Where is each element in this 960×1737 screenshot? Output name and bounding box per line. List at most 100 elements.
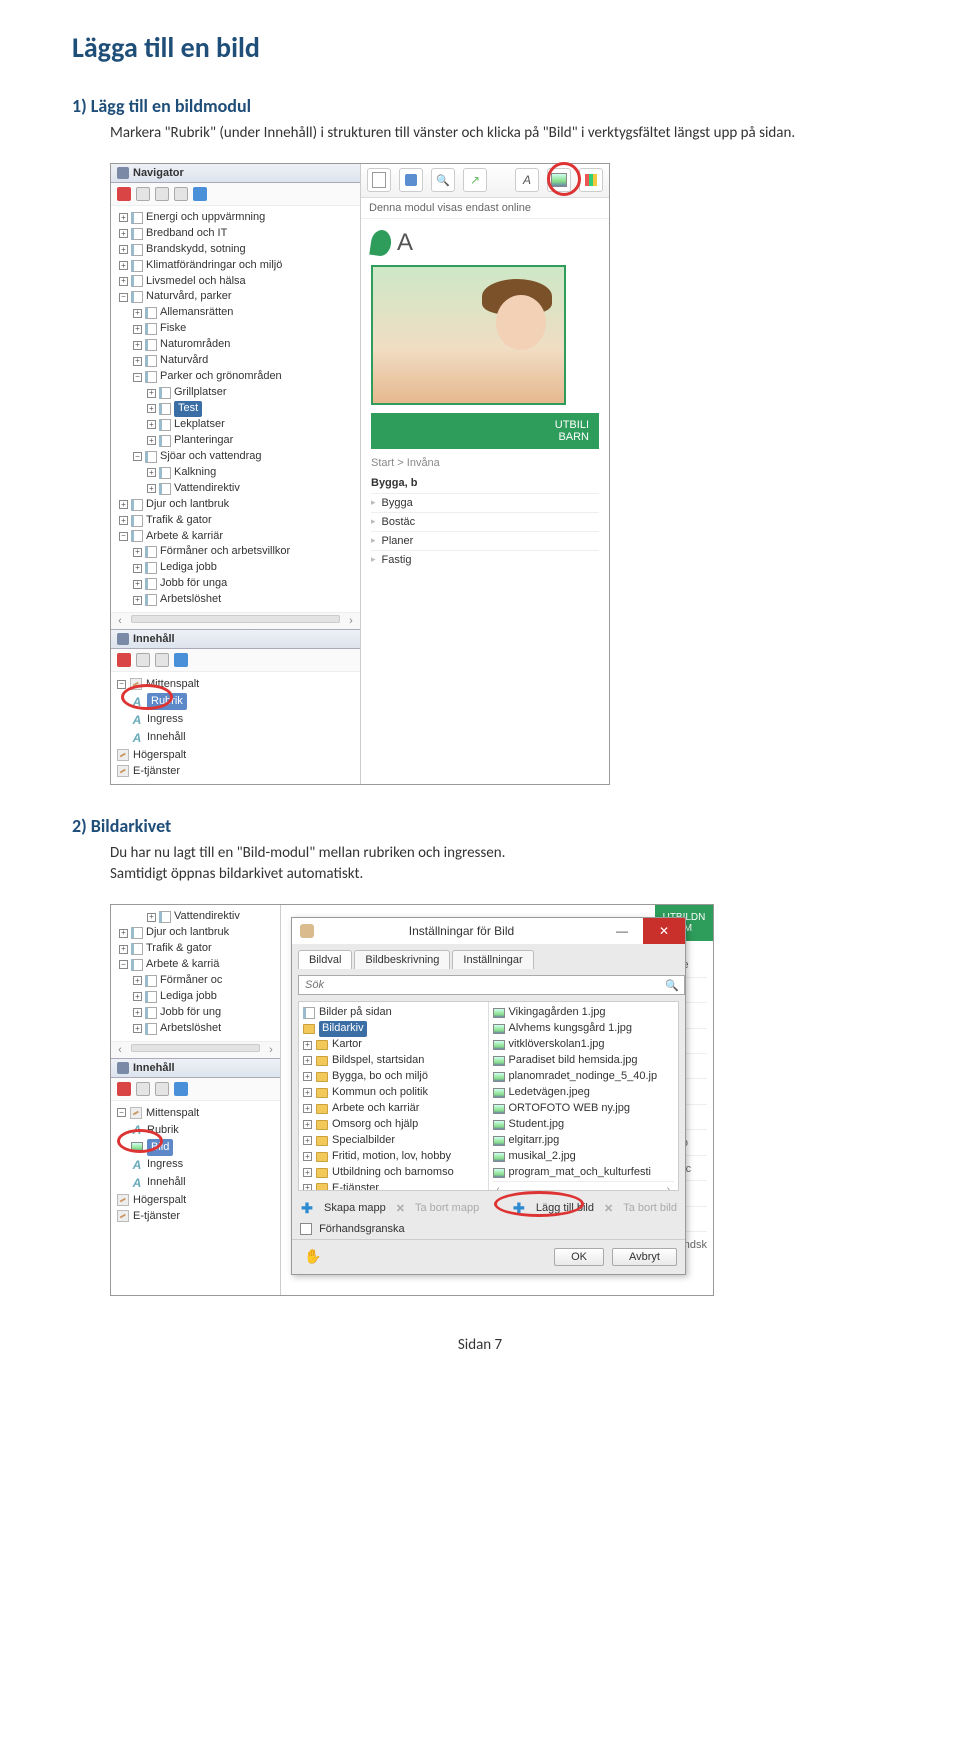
image-file-item[interactable]: vitklöverskolan1.jpg bbox=[493, 1037, 675, 1053]
create-folder-button[interactable]: Skapa mapp bbox=[324, 1202, 386, 1214]
dialog-tabs[interactable]: BildvalBildbeskrivningInställningar bbox=[292, 944, 685, 969]
navigator-tree-2[interactable]: +Vattendirektiv+Djur och lantbruk+Trafik… bbox=[111, 905, 280, 1041]
tree-item[interactable]: +Arbetslöshet bbox=[131, 592, 356, 608]
tree-item[interactable]: +Grillplatser bbox=[145, 385, 356, 401]
folder-item[interactable]: +Kartor bbox=[303, 1037, 484, 1053]
image-file-item[interactable]: Student.jpg bbox=[493, 1117, 675, 1133]
tree-item[interactable]: +Fiske bbox=[131, 321, 356, 337]
category-link[interactable]: Bostäc bbox=[371, 512, 599, 531]
tree-item[interactable]: +Bredband och IT bbox=[117, 226, 356, 242]
image-file-item[interactable]: Vikingagården 1.jpg bbox=[493, 1005, 675, 1021]
tree-item[interactable]: +Planteringar bbox=[145, 433, 356, 449]
tree-item[interactable]: +Trafik & gator bbox=[117, 941, 276, 957]
tree-item[interactable]: +Vattendirektiv bbox=[145, 909, 276, 925]
folder-item[interactable]: +Fritid, motion, lov, hobby bbox=[303, 1149, 484, 1165]
folder-item[interactable]: +E-tjänster bbox=[303, 1181, 484, 1191]
tree-item[interactable]: −Arbete & karriär bbox=[117, 529, 356, 545]
tree-item[interactable]: +Djur och lantbruk bbox=[117, 497, 356, 513]
text-button[interactable] bbox=[515, 168, 539, 192]
minimize-button[interactable]: — bbox=[601, 918, 643, 944]
close-button[interactable]: ✕ bbox=[643, 918, 685, 944]
dialog-tab[interactable]: Bildval bbox=[298, 950, 352, 969]
tree-item[interactable]: +Test bbox=[145, 401, 356, 417]
refresh-icon[interactable] bbox=[174, 1082, 188, 1096]
doc-icon[interactable] bbox=[136, 653, 150, 667]
tree-item[interactable]: +Trafik & gator bbox=[117, 513, 356, 529]
category-link[interactable]: Fastig bbox=[371, 550, 599, 569]
new-doc-button[interactable] bbox=[367, 168, 391, 192]
tree-item[interactable]: +Arbetslöshet bbox=[131, 1021, 276, 1037]
doc-icon[interactable] bbox=[155, 653, 169, 667]
tree-item[interactable]: +Förmåner oc bbox=[131, 973, 276, 989]
category-link[interactable]: Planer bbox=[371, 531, 599, 550]
tree-item[interactable]: +Klimatförändringar och miljö bbox=[117, 258, 356, 274]
tree-item[interactable]: +Naturområden bbox=[131, 337, 356, 353]
refresh-icon[interactable] bbox=[174, 653, 188, 667]
image-file-item[interactable]: Ledetvägen.jpeg bbox=[493, 1085, 675, 1101]
doc-icon[interactable] bbox=[136, 187, 150, 201]
doc-icon[interactable] bbox=[155, 1082, 169, 1096]
image-file-item[interactable]: ORTOFOTO WEB ny.jpg bbox=[493, 1101, 675, 1117]
folder-item[interactable]: +Bygga, bo och miljö bbox=[303, 1069, 484, 1085]
search-input[interactable] bbox=[298, 975, 685, 995]
scrollbar[interactable]: ‹› bbox=[111, 1041, 280, 1058]
plus-icon[interactable]: ✚ bbox=[300, 1201, 314, 1215]
tree-item[interactable]: +Energi och uppvärmning bbox=[117, 210, 356, 226]
image-file-item[interactable]: Paradiset bild hemsida.jpg bbox=[493, 1053, 675, 1069]
export-button[interactable] bbox=[463, 168, 487, 192]
tree-item[interactable]: −Sjöar och vattendrag bbox=[131, 449, 356, 465]
tree-item[interactable]: −Arbete & karriä bbox=[117, 957, 276, 973]
tree-item[interactable]: −Naturvård, parker bbox=[117, 289, 356, 305]
folder-item[interactable]: +Arbete och karriär bbox=[303, 1101, 484, 1117]
folder-item[interactable]: +Bildspel, startsidan bbox=[303, 1053, 484, 1069]
scrollbar[interactable]: ‹› bbox=[111, 612, 360, 629]
image-file-item[interactable]: program_mat_och_kulturfesti bbox=[493, 1165, 675, 1181]
image-file-item[interactable]: Alvhems kungsgård 1.jpg bbox=[493, 1021, 675, 1037]
globe-icon[interactable] bbox=[193, 187, 207, 201]
dialog-tab[interactable]: Bildbeskrivning bbox=[354, 950, 450, 969]
hand-icon[interactable]: ✋ bbox=[304, 1248, 322, 1266]
innehall-tree[interactable]: −Mittenspalt ARubrik AIngress AInnehåll … bbox=[111, 672, 360, 784]
image-file-item[interactable]: elgitarr.jpg bbox=[493, 1133, 675, 1149]
tree-item[interactable]: +Allemansrätten bbox=[131, 305, 356, 321]
folder-browser[interactable]: Bilder på sidanBildarkiv+Kartor+Bildspel… bbox=[298, 1001, 679, 1191]
tree-item[interactable]: +Livsmedel och hälsa bbox=[117, 274, 356, 290]
cancel-button[interactable]: Avbryt bbox=[612, 1248, 677, 1266]
delete-icon[interactable] bbox=[117, 1082, 131, 1096]
tree-item[interactable]: +Lediga jobb bbox=[131, 989, 276, 1005]
dialog-tab[interactable]: Inställningar bbox=[452, 950, 533, 969]
tree-item[interactable]: −Parker och grönområden bbox=[131, 369, 356, 385]
tree-item[interactable]: +Naturvård bbox=[131, 353, 356, 369]
folder-item[interactable]: +Utbildning och barnomso bbox=[303, 1165, 484, 1181]
ok-button[interactable]: OK bbox=[554, 1248, 604, 1266]
innehall-tree-2[interactable]: −Mittenspalt ARubrik Bild AIngress AInne… bbox=[111, 1101, 280, 1229]
tree-item[interactable]: +Vattendirektiv bbox=[145, 481, 356, 497]
folder-item[interactable]: +Omsorg och hjälp bbox=[303, 1117, 484, 1133]
tree-item[interactable]: +Kalkning bbox=[145, 465, 356, 481]
category-link[interactable]: Bygga bbox=[371, 493, 599, 512]
doc-icon[interactable] bbox=[174, 187, 188, 201]
tree-item[interactable]: +Jobb för unga bbox=[131, 576, 356, 592]
delete-icon[interactable] bbox=[117, 653, 131, 667]
folder-item[interactable]: +Specialbilder bbox=[303, 1133, 484, 1149]
dialog-titlebar[interactable]: Inställningar för Bild — ✕ bbox=[292, 918, 685, 944]
folder-item[interactable]: Bilder på sidan bbox=[303, 1005, 484, 1021]
tree-item[interactable]: +Förmåner och arbetsvillkor bbox=[131, 544, 356, 560]
search-icon[interactable]: 🔍 bbox=[665, 979, 679, 992]
image-file-item[interactable]: musikal_2.jpg bbox=[493, 1149, 675, 1165]
folder-item[interactable]: Bildarkiv bbox=[303, 1021, 484, 1037]
tree-item[interactable]: +Lediga jobb bbox=[131, 560, 356, 576]
zoom-button[interactable] bbox=[431, 168, 455, 192]
navigator-tree[interactable]: +Energi och uppvärmning+Bredband och IT+… bbox=[111, 206, 360, 612]
save-button[interactable] bbox=[399, 168, 423, 192]
tree-item[interactable]: +Brandskydd, sotning bbox=[117, 242, 356, 258]
folder-item[interactable]: +Kommun och politik bbox=[303, 1085, 484, 1101]
preview-checkbox[interactable] bbox=[300, 1223, 312, 1235]
chart-button[interactable] bbox=[579, 168, 603, 192]
tree-item[interactable]: +Djur och lantbruk bbox=[117, 925, 276, 941]
tree-item[interactable]: +Lekplatser bbox=[145, 417, 356, 433]
image-file-item[interactable]: planomradet_nodinge_5_40.jp bbox=[493, 1069, 675, 1085]
doc-icon[interactable] bbox=[136, 1082, 150, 1096]
delete-icon[interactable] bbox=[117, 187, 131, 201]
doc-icon[interactable] bbox=[155, 187, 169, 201]
